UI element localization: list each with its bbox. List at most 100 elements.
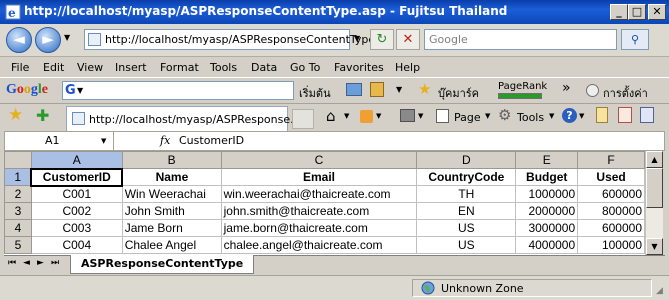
table-cell[interactable]: chalee.angel@thaicreate.com: [220, 236, 418, 254]
row-header[interactable]: 2: [4, 185, 32, 203]
last-sheet-icon[interactable]: ⏭: [51, 258, 59, 268]
table-cell-selected[interactable]: CustomerID: [30, 167, 124, 187]
first-sheet-icon[interactable]: ⏮: [8, 258, 16, 268]
messenger-icon[interactable]: [618, 107, 632, 123]
menu-file[interactable]: File: [11, 61, 29, 74]
refresh-button[interactable]: ↻: [370, 29, 394, 50]
menu-favorites[interactable]: Favorites: [334, 61, 384, 74]
chevron-down-icon[interactable]: ▼: [579, 112, 584, 120]
news-icon[interactable]: [370, 82, 384, 97]
back-button[interactable]: ◄: [6, 27, 32, 53]
blog-icon[interactable]: [640, 107, 654, 123]
scroll-up-icon[interactable]: ▲: [646, 151, 663, 168]
row-header[interactable]: 1: [4, 168, 32, 186]
favorites-star-icon[interactable]: ★: [8, 105, 23, 125]
chevron-down-icon[interactable]: ▼: [376, 112, 381, 120]
new-tab-button[interactable]: [292, 109, 314, 129]
table-cell[interactable]: John Smith: [121, 202, 222, 220]
maximize-button[interactable]: □: [628, 4, 646, 20]
add-favorite-icon[interactable]: ✚: [36, 106, 49, 125]
table-cell[interactable]: 600000: [577, 185, 645, 203]
history-dropdown-icon[interactable]: ▼: [64, 33, 70, 42]
table-cell[interactable]: 800000: [577, 202, 645, 220]
column-header-e[interactable]: E: [515, 151, 579, 169]
menu-goto[interactable]: Go To: [290, 61, 320, 74]
table-cell[interactable]: US: [416, 219, 517, 237]
search-input[interactable]: Google: [424, 29, 617, 50]
table-cell[interactable]: 100000: [577, 236, 645, 254]
chevron-down-icon[interactable]: ▼: [396, 85, 402, 94]
column-header-b[interactable]: B: [121, 151, 222, 169]
table-cell[interactable]: john.smith@thaicreate.com: [220, 202, 418, 220]
table-cell[interactable]: C004: [30, 236, 123, 254]
google-search-button[interactable]: เริ่มต้น: [299, 84, 331, 102]
settings-button[interactable]: การตั้งค่า: [603, 84, 648, 102]
table-cell[interactable]: Used: [577, 168, 645, 186]
table-cell[interactable]: Jame Born: [121, 219, 222, 237]
table-cell[interactable]: 1000000: [515, 185, 579, 203]
menu-view[interactable]: View: [77, 61, 103, 74]
minimize-button[interactable]: _: [610, 4, 628, 20]
next-sheet-icon[interactable]: ►: [37, 258, 44, 268]
home-icon[interactable]: ⌂: [326, 107, 336, 125]
address-url[interactable]: http://localhost/myasp/ASPResponseConten…: [105, 33, 375, 46]
chevron-down-icon[interactable]: ▼: [549, 112, 554, 120]
menu-data[interactable]: Data: [251, 61, 277, 74]
prev-sheet-icon[interactable]: ◄: [23, 258, 30, 268]
table-cell[interactable]: Email: [220, 168, 418, 186]
formula-input[interactable]: CustomerID: [179, 134, 244, 147]
table-cell[interactable]: Win Weerachai: [121, 185, 222, 203]
table-cell[interactable]: Chalee Angel: [121, 236, 222, 254]
column-header-a[interactable]: A: [30, 151, 123, 169]
menu-help[interactable]: Help: [395, 61, 420, 74]
chevron-down-icon[interactable]: ▼: [344, 112, 349, 120]
table-cell[interactable]: Name: [121, 168, 222, 186]
table-cell[interactable]: 600000: [577, 219, 645, 237]
row-header[interactable]: 3: [4, 202, 32, 220]
table-cell[interactable]: win.weerachai@thaicreate.com: [220, 185, 418, 203]
search-button[interactable]: ⚲: [621, 29, 649, 50]
help-icon[interactable]: ?: [562, 108, 577, 123]
google-logo[interactable]: Google: [6, 82, 48, 98]
table-cell[interactable]: 3000000: [515, 219, 579, 237]
row-header[interactable]: 5: [4, 236, 32, 254]
menu-edit[interactable]: Edit: [43, 61, 64, 74]
table-cell[interactable]: 4000000: [515, 236, 579, 254]
scroll-thumb[interactable]: [646, 168, 663, 208]
tools-menu-button[interactable]: Tools: [517, 111, 544, 124]
column-header-c[interactable]: C: [220, 151, 418, 169]
address-bar[interactable]: http://localhost/myasp/ASPResponseConten…: [84, 29, 375, 50]
table-cell[interactable]: Budget: [515, 168, 579, 186]
resize-grip-icon[interactable]: ◢: [656, 286, 663, 296]
column-header-f[interactable]: F: [577, 151, 645, 169]
vertical-scrollbar[interactable]: ▲ ▼: [645, 151, 663, 255]
page-menu-button[interactable]: Page: [454, 111, 481, 124]
pagerank-button[interactable]: PageRank: [498, 81, 547, 92]
feeds-icon[interactable]: [360, 110, 373, 123]
address-dropdown-icon[interactable]: ▼: [354, 34, 360, 43]
more-button[interactable]: »: [562, 80, 571, 96]
research-icon[interactable]: [596, 107, 608, 123]
function-icon[interactable]: fx: [160, 134, 170, 147]
chevron-down-icon[interactable]: ▼: [101, 137, 106, 145]
table-cell[interactable]: TH: [416, 185, 517, 203]
print-icon[interactable]: [400, 109, 415, 122]
menu-insert[interactable]: Insert: [115, 61, 147, 74]
security-zone[interactable]: Unknown Zone: [412, 279, 652, 297]
select-all-corner[interactable]: [4, 151, 32, 169]
chevron-down-icon[interactable]: ▼: [485, 112, 490, 120]
table-cell[interactable]: C002: [30, 202, 123, 220]
close-button[interactable]: ✕: [648, 4, 666, 20]
sheet-tab[interactable]: ASPResponseContentType: [70, 255, 255, 274]
chevron-down-icon[interactable]: ▼: [418, 112, 423, 120]
table-cell[interactable]: C001: [30, 185, 123, 203]
image-icon[interactable]: [346, 83, 362, 96]
menu-format[interactable]: Format: [160, 61, 199, 74]
bookmarks-button[interactable]: บุ๊คมาร์ค: [438, 84, 479, 102]
table-cell[interactable]: 2000000: [515, 202, 579, 220]
table-cell[interactable]: jame.born@thaicreate.com: [220, 219, 418, 237]
stop-button[interactable]: ✕: [396, 29, 420, 50]
row-header[interactable]: 4: [4, 219, 32, 237]
table-cell[interactable]: US: [416, 236, 517, 254]
browser-tab[interactable]: http://localhost/myasp/ASPResponse...: [66, 106, 301, 131]
